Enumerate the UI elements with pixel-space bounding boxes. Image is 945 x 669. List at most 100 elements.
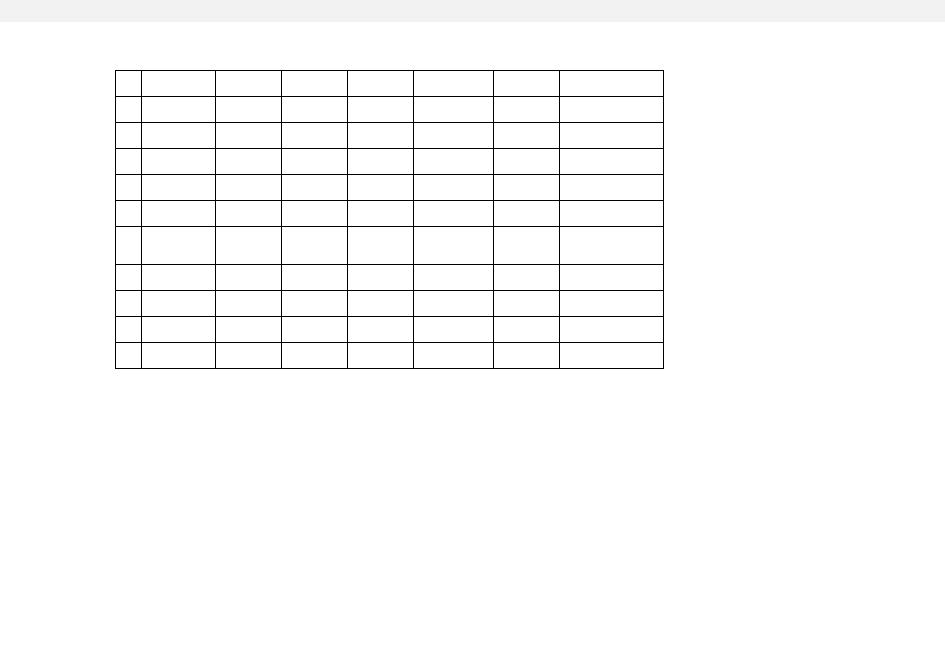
table-row xyxy=(116,265,664,291)
table-row xyxy=(116,149,664,175)
cell-value xyxy=(494,71,559,96)
cell-value xyxy=(494,123,559,148)
cell-value xyxy=(116,149,141,174)
table-cell xyxy=(142,343,216,369)
table-row xyxy=(116,123,664,149)
table-cell xyxy=(216,71,282,97)
table-cell xyxy=(216,201,282,227)
table-cell xyxy=(348,227,414,265)
table-row xyxy=(116,317,664,343)
table-cell xyxy=(494,317,560,343)
table-cell xyxy=(142,71,216,97)
cell-value xyxy=(560,201,663,226)
cell-value xyxy=(348,175,413,200)
data-table xyxy=(115,70,664,369)
table-cell xyxy=(414,291,494,317)
cell-value xyxy=(216,201,281,226)
cell-value xyxy=(348,97,413,122)
cell-value xyxy=(216,175,281,200)
cell-value xyxy=(116,97,141,122)
table-cell xyxy=(116,201,142,227)
table-row xyxy=(116,175,664,201)
cell-value xyxy=(348,123,413,148)
table-cell xyxy=(216,265,282,291)
table-cell xyxy=(282,123,348,149)
cell-value xyxy=(494,317,559,342)
table-cell xyxy=(216,97,282,123)
cell-value xyxy=(414,343,493,368)
cell-value xyxy=(494,201,559,226)
cell-value xyxy=(142,123,215,148)
cell-value xyxy=(216,291,281,316)
cell-value xyxy=(560,71,663,96)
table-cell xyxy=(282,201,348,227)
cell-value xyxy=(560,227,663,264)
cell-value xyxy=(414,175,493,200)
table-cell xyxy=(348,123,414,149)
table-cell xyxy=(560,265,664,291)
table-cell xyxy=(142,97,216,123)
cell-value xyxy=(216,97,281,122)
cell-value xyxy=(414,227,493,264)
table-cell xyxy=(560,149,664,175)
cell-value xyxy=(414,149,493,174)
cell-value xyxy=(348,265,413,290)
table-row xyxy=(116,201,664,227)
cell-value xyxy=(116,317,141,342)
table-cell xyxy=(282,149,348,175)
cell-value xyxy=(142,71,215,96)
table-cell xyxy=(142,149,216,175)
cell-value xyxy=(560,175,663,200)
table-cell xyxy=(216,291,282,317)
table-cell xyxy=(494,343,560,369)
cell-value xyxy=(282,149,347,174)
cell-value xyxy=(282,343,347,368)
table-cell xyxy=(116,227,142,265)
cell-value xyxy=(116,201,141,226)
table-cell xyxy=(560,97,664,123)
cell-value xyxy=(494,175,559,200)
cell-value xyxy=(216,149,281,174)
table-cell xyxy=(282,317,348,343)
cell-value xyxy=(414,123,493,148)
cell-value xyxy=(116,291,141,316)
table-cell xyxy=(414,317,494,343)
table-cell xyxy=(116,317,142,343)
cell-value xyxy=(116,175,141,200)
cell-value xyxy=(414,97,493,122)
table-cell xyxy=(142,201,216,227)
table-cell xyxy=(560,71,664,97)
table-cell xyxy=(494,123,560,149)
cell-value xyxy=(116,265,141,290)
cell-value xyxy=(282,175,347,200)
cell-value xyxy=(494,291,559,316)
cell-value xyxy=(216,265,281,290)
cell-value xyxy=(142,227,215,264)
cell-value xyxy=(348,227,413,264)
table-cell xyxy=(116,175,142,201)
table-cell xyxy=(494,149,560,175)
table-cell xyxy=(142,317,216,343)
cell-value xyxy=(216,71,281,96)
cell-value xyxy=(142,97,215,122)
table-cell xyxy=(348,265,414,291)
table-row xyxy=(116,227,664,265)
table-cell xyxy=(560,291,664,317)
cell-value xyxy=(560,97,663,122)
table-cell xyxy=(348,175,414,201)
table-cell xyxy=(494,71,560,97)
cell-value xyxy=(142,265,215,290)
table-cell xyxy=(348,291,414,317)
table-cell xyxy=(348,149,414,175)
cell-value xyxy=(142,175,215,200)
cell-value xyxy=(494,97,559,122)
cell-value xyxy=(142,317,215,342)
table-cell xyxy=(414,149,494,175)
table-cell xyxy=(216,175,282,201)
table-cell xyxy=(494,97,560,123)
table-cell xyxy=(414,175,494,201)
table-cell xyxy=(414,343,494,369)
cell-value xyxy=(414,265,493,290)
cell-value xyxy=(560,343,663,368)
table-cell xyxy=(494,265,560,291)
